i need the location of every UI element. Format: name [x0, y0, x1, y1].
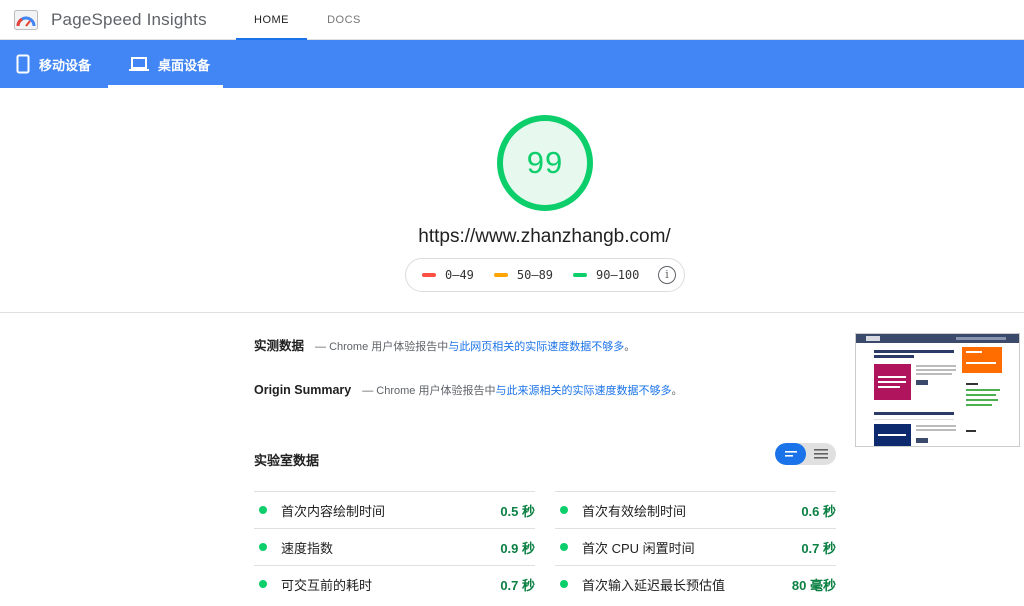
view-toggle[interactable] — [775, 443, 836, 465]
legend-fail-swatch — [422, 273, 436, 277]
legend-range: 90–100 — [596, 268, 640, 282]
tab-docs[interactable]: DOCS — [312, 0, 376, 40]
metric-name: 首次 CPU 闲置时间 — [582, 540, 695, 556]
page-screenshot-thumbnail — [855, 333, 1020, 447]
origin-summary-desc-suffix: 。 — [671, 385, 683, 397]
pass-indicator-icon — [560, 580, 568, 588]
origin-summary-desc: — Chrome 用户体验报告中与此来源相关的实际速度数据不够多。 — [362, 382, 682, 398]
top-app-bar: PageSpeed Insights HOME DOCS — [0, 0, 1024, 41]
metric-row: 速度指数 0.9 秒 — [254, 528, 535, 565]
metric-name: 速度指数 — [281, 540, 334, 556]
metric-value: 0.5 秒 — [500, 503, 535, 519]
metric-row: 首次输入延迟最长预估值 80 毫秒 — [555, 565, 836, 602]
legend-item-fail: 0–49 — [422, 268, 474, 282]
section-divider — [0, 312, 1024, 313]
legend-average-swatch — [493, 273, 508, 277]
origin-summary-desc-prefix: — Chrome 用户体验报告中 — [362, 385, 496, 397]
list-view-toggle[interactable] — [775, 443, 806, 465]
legend-pass-swatch — [573, 273, 588, 277]
metric-value: 0.6 秒 — [801, 503, 836, 519]
metric-row: 可交互前的耗时 0.7 秒 — [254, 565, 535, 602]
pass-indicator-icon — [560, 543, 568, 551]
tab-mobile-label: 移动设备 — [39, 57, 92, 73]
legend-item-pass: 90–100 — [573, 268, 639, 282]
short-list-icon — [785, 451, 797, 457]
laptop-icon — [129, 57, 149, 71]
field-data-title: 实测数据 — [254, 339, 305, 353]
long-list-icon — [814, 449, 828, 459]
lab-data-title: 实验室数据 — [254, 453, 320, 468]
origin-summary-title: Origin Summary — [254, 383, 352, 397]
field-data-desc-prefix: — Chrome 用户体验报告中 — [315, 341, 449, 353]
score-legend: 0–49 50–89 90–100 i — [405, 258, 685, 292]
metric-name: 首次输入延迟最长预估值 — [582, 577, 726, 593]
metric-value: 80 毫秒 — [791, 577, 836, 593]
field-data-link[interactable]: 与此网页相关的实际速度数据不够多 — [448, 341, 624, 353]
metric-value: 0.9 秒 — [500, 540, 535, 556]
expanded-view-toggle[interactable] — [806, 443, 836, 465]
pagespeed-logo-icon — [14, 10, 38, 30]
metric-name: 首次内容绘制时间 — [281, 503, 386, 519]
tab-mobile[interactable]: 移动设备 — [16, 40, 91, 88]
pass-indicator-icon — [560, 506, 568, 514]
pass-indicator-icon — [259, 543, 267, 551]
performance-score: 99 — [526, 145, 564, 180]
field-data-desc-suffix: 。 — [624, 341, 636, 353]
origin-summary-link[interactable]: 与此来源相关的实际速度数据不够多 — [496, 385, 672, 397]
tab-desktop-label: 桌面设备 — [158, 57, 211, 73]
metric-row: 首次 CPU 闲置时间 0.7 秒 — [555, 528, 836, 565]
origin-summary-row: Origin Summary — Chrome 用户体验报告中与此来源相关的实际… — [254, 382, 683, 398]
metric-name: 首次有效绘制时间 — [582, 503, 687, 519]
field-data-desc: — Chrome 用户体验报告中与此网页相关的实际速度数据不够多。 — [315, 338, 635, 354]
app-title: PageSpeed Insights — [51, 10, 207, 29]
metric-value: 0.7 秒 — [500, 577, 535, 593]
tab-home[interactable]: HOME — [236, 0, 307, 41]
metric-row: 首次内容绘制时间 0.5 秒 — [254, 491, 535, 528]
field-data-row: 实测数据 — Chrome 用户体验报告中与此网页相关的实际速度数据不够多。 — [254, 335, 635, 354]
legend-range: 0–49 — [445, 268, 474, 282]
pass-indicator-icon — [259, 580, 267, 588]
legend-item-average: 50–89 — [493, 268, 554, 282]
phone-icon — [16, 54, 30, 74]
legend-range: 50–89 — [516, 268, 554, 282]
device-tab-bar: 移动设备 桌面设备 — [0, 40, 1024, 88]
metric-row: 首次有效绘制时间 0.6 秒 — [555, 491, 836, 528]
metric-value: 0.7 秒 — [801, 540, 836, 556]
tested-url: https://www.zhanzhangb.com/ — [418, 226, 671, 247]
info-icon[interactable]: i — [658, 266, 676, 284]
metric-name: 可交互前的耗时 — [281, 577, 373, 593]
pass-indicator-icon — [259, 506, 267, 514]
tab-desktop[interactable]: 桌面设备 — [108, 40, 223, 88]
thumbnail-image — [856, 334, 1019, 446]
